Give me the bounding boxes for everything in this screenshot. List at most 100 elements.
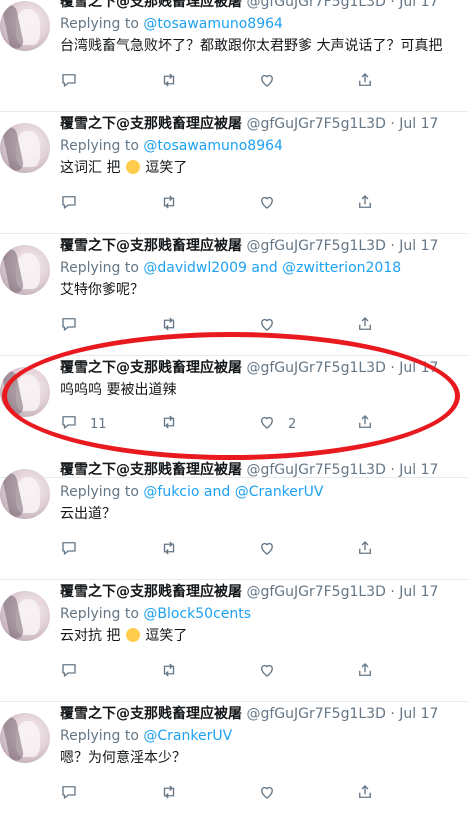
like-button[interactable]: [258, 784, 276, 804]
reply-button[interactable]: [60, 784, 78, 804]
tweet-header: 覆雪之下@支那贱畜理应被屠 @gfGuJGr7F5g1L3D · Jul 17: [60, 114, 438, 134]
like-icon: [258, 71, 276, 93]
user-handle[interactable]: @gfGuJGr7F5g1L3D: [246, 0, 385, 10]
reply-mention-link[interactable]: @davidwl2009: [143, 260, 247, 276]
reply-mention-link-2[interactable]: @CrankerUV: [235, 484, 324, 500]
avatar[interactable]: [0, 1, 50, 51]
display-name[interactable]: 覆雪之下@支那贱畜理应被屠: [60, 238, 242, 254]
tweet[interactable]: 覆雪之下@支那贱畜理应被屠 @gfGuJGr7F5g1L3D · Jul 17 …: [0, 0, 468, 112]
tweet[interactable]: 覆雪之下@支那贱畜理应被屠 @gfGuJGr7F5g1L3D · Jul 17 …: [0, 112, 468, 234]
user-handle[interactable]: @gfGuJGr7F5g1L3D: [246, 116, 385, 132]
tweet-header: 覆雪之下@支那贱畜理应被屠 @gfGuJGr7F5g1L3D · Jul 17: [60, 358, 438, 378]
like-button[interactable]: [258, 662, 276, 682]
reply-button[interactable]: [60, 662, 78, 682]
avatar[interactable]: [0, 123, 50, 173]
share-button[interactable]: [356, 194, 374, 214]
tweet-date[interactable]: · Jul 17: [390, 360, 438, 376]
tweet-header: 覆雪之下@支那贱畜理应被屠 @gfGuJGr7F5g1L3D · Jul 17: [60, 236, 438, 256]
display-name[interactable]: 覆雪之下@支那贱畜理应被屠: [60, 116, 242, 132]
tweet-text-content: 台湾贱畜气急败坏了？都敢跟你太君野爹 大声说话了？可真把: [60, 38, 443, 54]
share-button[interactable]: [356, 662, 374, 682]
display-name[interactable]: 覆雪之下@支那贱畜理应被屠: [60, 706, 242, 722]
reply-icon: [60, 413, 78, 435]
tweet-date[interactable]: · Jul 17: [390, 238, 438, 254]
retweet-button[interactable]: [160, 72, 178, 92]
tweet[interactable]: 覆雪之下@支那贱畜理应被屠 @gfGuJGr7F5g1L3D · Jul 17 …: [0, 580, 468, 702]
reply-mention-link[interactable]: @tosawamuno8964: [143, 138, 283, 154]
tweet[interactable]: 覆雪之下@支那贱畜理应被屠 @gfGuJGr7F5g1L3D · Jul 17 …: [0, 234, 468, 356]
tweet-date[interactable]: · Jul 17: [390, 116, 438, 132]
share-button[interactable]: [356, 414, 374, 434]
avatar[interactable]: [0, 367, 50, 417]
retweet-button[interactable]: [160, 540, 178, 560]
share-button[interactable]: [356, 72, 374, 92]
tweet-text-content: 艾特你爹呢？: [60, 282, 144, 298]
tweet-actions: [60, 540, 460, 560]
reply-mention-link-2[interactable]: @zwitterion2018: [282, 260, 401, 276]
tweet-date[interactable]: · Jul 17: [390, 462, 438, 478]
user-handle[interactable]: @gfGuJGr7F5g1L3D: [246, 706, 385, 722]
user-handle[interactable]: @gfGuJGr7F5g1L3D: [246, 238, 385, 254]
tweet-text-content: 云对抗 把: [60, 628, 121, 644]
tweet-text: 艾特你爹呢？: [60, 280, 144, 300]
share-icon: [356, 315, 374, 337]
retweet-button[interactable]: [160, 316, 178, 336]
tweet-text: 云对抗 把 逗笑了: [60, 626, 187, 646]
tweet-text-tail: 逗笑了: [145, 628, 188, 644]
tweet-date[interactable]: · Jul 17: [390, 706, 438, 722]
replying-to: Replying to @CrankerUV: [60, 726, 232, 746]
replying-to-label: Replying to: [60, 16, 144, 32]
like-button[interactable]: [258, 540, 276, 560]
tweet-date[interactable]: · Jul 17: [390, 0, 438, 10]
tweet-text: 台湾贱畜气急败坏了？都敢跟你太君野爹 大声说话了？可真把: [60, 36, 442, 56]
retweet-button[interactable]: [160, 414, 178, 434]
share-button[interactable]: [356, 784, 374, 804]
retweet-icon: [160, 71, 178, 93]
avatar[interactable]: [0, 245, 50, 295]
display-name[interactable]: 覆雪之下@支那贱畜理应被屠: [60, 360, 242, 376]
tweet-header: 覆雪之下@支那贱畜理应被屠 @gfGuJGr7F5g1L3D · Jul 17: [60, 704, 438, 724]
tweet[interactable]: 覆雪之下@支那贱畜理应被屠 @gfGuJGr7F5g1L3D · Jul 17 …: [0, 458, 468, 580]
reply-button[interactable]: [60, 540, 78, 560]
retweet-icon: [160, 315, 178, 337]
reply-mention-link[interactable]: @Block50cents: [143, 606, 251, 622]
share-button[interactable]: [356, 316, 374, 336]
like-button[interactable]: 2: [258, 414, 296, 434]
like-icon: [258, 539, 276, 561]
avatar[interactable]: [0, 591, 50, 641]
reply-icon: [60, 783, 78, 805]
share-icon: [356, 783, 374, 805]
reply-icon: [60, 315, 78, 337]
replying-to: Replying to @tosawamuno8964: [60, 136, 283, 156]
retweet-button[interactable]: [160, 784, 178, 804]
display-name[interactable]: 覆雪之下@支那贱畜理应被屠: [60, 0, 242, 10]
like-button[interactable]: [258, 194, 276, 214]
replying-to: Replying to @davidwl2009 and @zwitterion…: [60, 258, 401, 278]
share-icon: [356, 661, 374, 683]
tweet[interactable]: 覆雪之下@支那贱畜理应被屠 @gfGuJGr7F5g1L3D · Jul 17 …: [0, 702, 468, 824]
user-handle[interactable]: @gfGuJGr7F5g1L3D: [246, 584, 385, 600]
share-button[interactable]: [356, 540, 374, 560]
user-handle[interactable]: @gfGuJGr7F5g1L3D: [246, 360, 385, 376]
avatar[interactable]: [0, 469, 50, 519]
tweet-date[interactable]: · Jul 17: [390, 584, 438, 600]
reply-button[interactable]: 11: [60, 414, 107, 434]
reply-button[interactable]: [60, 72, 78, 92]
avatar[interactable]: [0, 713, 50, 763]
reply-icon: [60, 539, 78, 561]
reply-button[interactable]: [60, 194, 78, 214]
reply-mention-link[interactable]: @tosawamuno8964: [143, 16, 283, 32]
retweet-button[interactable]: [160, 194, 178, 214]
user-handle[interactable]: @gfGuJGr7F5g1L3D: [246, 462, 385, 478]
reply-mention-link[interactable]: @fukcio: [143, 484, 199, 500]
like-icon: [258, 783, 276, 805]
retweet-button[interactable]: [160, 662, 178, 682]
reply-mention-link[interactable]: @CrankerUV: [143, 728, 232, 744]
like-button[interactable]: [258, 72, 276, 92]
tweet-actions: [60, 316, 460, 336]
display-name[interactable]: 覆雪之下@支那贱畜理应被屠: [60, 584, 242, 600]
tweet-text-content: 嗯？为何意淫本少？: [60, 750, 186, 766]
like-button[interactable]: [258, 316, 276, 336]
reply-button[interactable]: [60, 316, 78, 336]
display-name[interactable]: 覆雪之下@支那贱畜理应被屠: [60, 462, 242, 478]
